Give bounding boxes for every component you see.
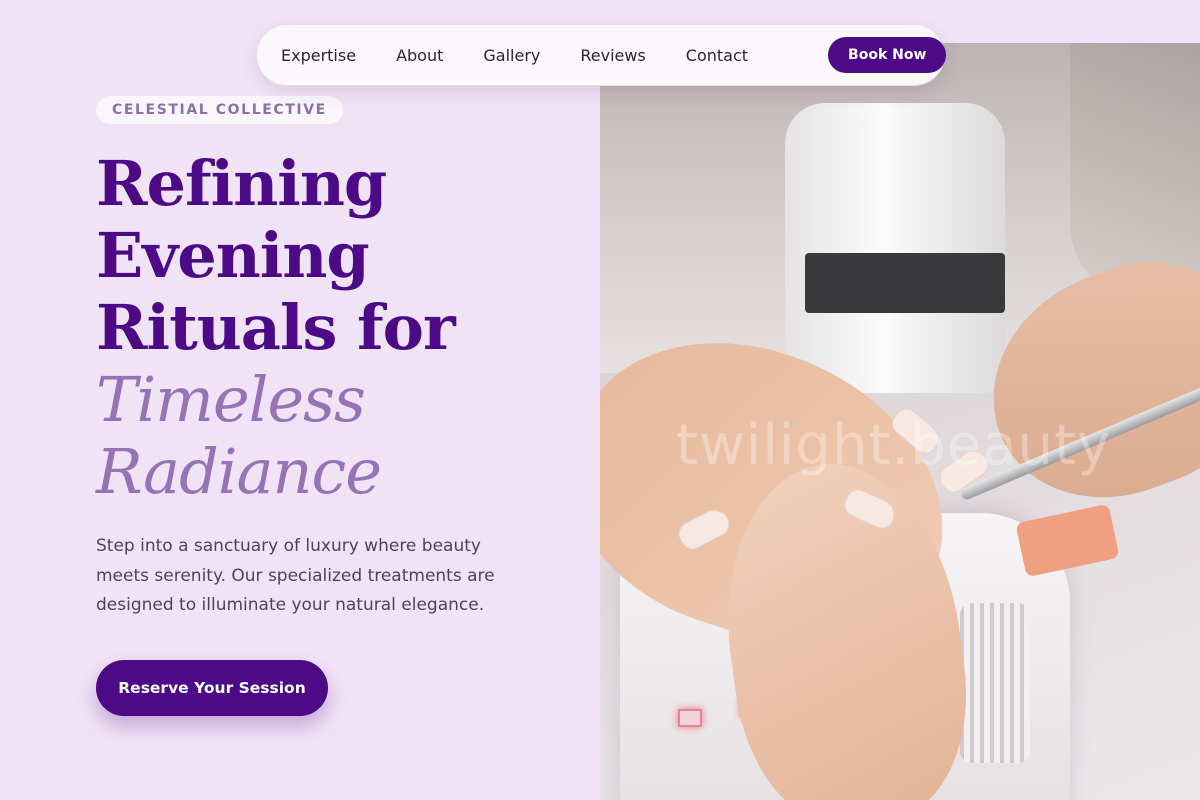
headline-line: Rituals for: [96, 291, 456, 364]
headline-line: Refining: [96, 147, 387, 220]
headline-accent-line: Radiance: [96, 435, 382, 508]
brand-badge: CELESTIAL COLLECTIVE: [96, 96, 343, 124]
nav-link-contact[interactable]: Contact: [686, 46, 748, 65]
photo-buffer-sponge: [1015, 503, 1120, 578]
headline-line: Evening: [96, 219, 370, 292]
photo-led: [678, 709, 702, 727]
image-watermark: twilight.beauty: [676, 413, 1112, 478]
photo-jar-label: [805, 253, 1005, 313]
hero-description: Step into a sanctuary of luxury where be…: [96, 536, 495, 615]
hero-manicure-photo: twilight.beauty: [600, 43, 1200, 800]
nav-link-expertise[interactable]: Expertise: [281, 46, 356, 65]
hero-headline: Refining Evening Rituals for Timeless Ra…: [96, 148, 576, 508]
headline-accent-line: Timeless: [96, 363, 366, 436]
reserve-session-button[interactable]: Reserve Your Session: [96, 660, 328, 716]
nav-link-gallery[interactable]: Gallery: [483, 46, 540, 65]
book-now-button[interactable]: Book Now: [828, 37, 947, 73]
photo-jar: [785, 103, 1005, 393]
nav-link-reviews[interactable]: Reviews: [580, 46, 645, 65]
top-navigation: Expertise About Gallery Reviews Contact …: [256, 24, 947, 86]
nav-link-about[interactable]: About: [396, 46, 443, 65]
photo-lamp-vents: [960, 603, 1030, 763]
